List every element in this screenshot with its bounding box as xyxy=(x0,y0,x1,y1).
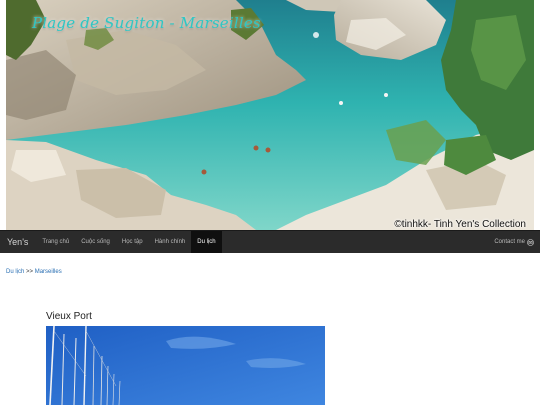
post-photo xyxy=(46,326,325,405)
nav-item-hanh-chinh[interactable]: Hành chính xyxy=(149,231,192,253)
breadcrumb-separator: >> xyxy=(26,269,34,275)
breadcrumb: Du lịch >> Marseilles xyxy=(6,269,62,275)
header-banner: Plage de Sugiton - Marseilles ©tinhkk- T… xyxy=(6,0,534,230)
contact-link[interactable]: Contact me xyxy=(488,231,540,253)
harbor-photo xyxy=(46,326,325,405)
post-title: Vieux Port xyxy=(46,311,92,322)
nav-item-hoc-tap[interactable]: Học tập xyxy=(116,231,149,253)
contact-label: Contact me xyxy=(494,239,525,245)
navbar-brand[interactable]: Yen's xyxy=(0,231,36,253)
photo-credit: ©tinhkk- Tinh Yen's Collection xyxy=(394,219,526,230)
calanque-photo xyxy=(6,0,534,230)
nav-item-trang-chu[interactable]: Trang chủ xyxy=(36,231,75,253)
main-navbar: Yen's Trang chủ Cuộc sống Học tập Hành c… xyxy=(0,230,540,253)
site-title: Plage de Sugiton - Marseilles xyxy=(32,14,261,32)
mail-icon xyxy=(527,238,534,246)
breadcrumb-current-link[interactable]: Marseilles xyxy=(35,269,62,275)
nav-item-cuoc-song[interactable]: Cuộc sống xyxy=(75,231,116,253)
breadcrumb-parent-link[interactable]: Du lịch xyxy=(6,269,24,275)
nav-item-du-lich[interactable]: Du lịch xyxy=(191,231,222,253)
